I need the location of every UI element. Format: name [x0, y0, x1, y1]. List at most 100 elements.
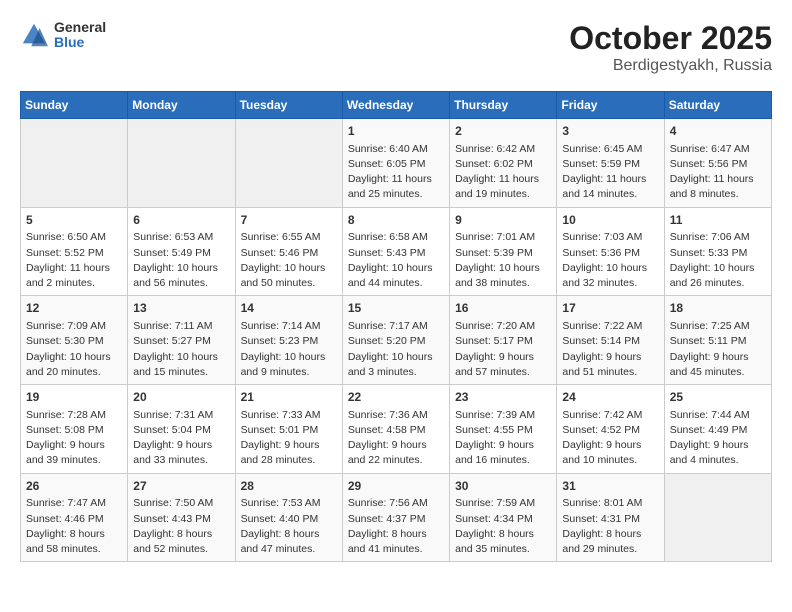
weekday-header-friday: Friday	[557, 92, 664, 119]
logo-text: General Blue	[54, 20, 106, 51]
calendar-cell: 25Sunrise: 7:44 AMSunset: 4:49 PMDayligh…	[664, 385, 771, 474]
day-info: Sunrise: 6:42 AMSunset: 6:02 PMDaylight:…	[455, 142, 551, 203]
day-info: Sunrise: 7:33 AMSunset: 5:01 PMDaylight:…	[241, 408, 337, 469]
day-info: Sunrise: 7:11 AMSunset: 5:27 PMDaylight:…	[133, 319, 229, 380]
sunset: Sunset: 6:05 PM	[348, 158, 426, 170]
weekday-header-tuesday: Tuesday	[235, 92, 342, 119]
daylight: Daylight: 11 hours and 25 minutes.	[348, 173, 432, 200]
sunrise: Sunrise: 7:47 AM	[26, 497, 106, 509]
calendar-cell: 23Sunrise: 7:39 AMSunset: 4:55 PMDayligh…	[450, 385, 557, 474]
calendar-cell: 17Sunrise: 7:22 AMSunset: 5:14 PMDayligh…	[557, 296, 664, 385]
daylight: Daylight: 8 hours and 52 minutes.	[133, 528, 212, 555]
day-number: 25	[670, 389, 766, 406]
day-info: Sunrise: 7:42 AMSunset: 4:52 PMDaylight:…	[562, 408, 658, 469]
sunset: Sunset: 5:43 PM	[348, 247, 426, 259]
sunset: Sunset: 5:20 PM	[348, 335, 426, 347]
day-number: 12	[26, 300, 122, 317]
day-info: Sunrise: 7:14 AMSunset: 5:23 PMDaylight:…	[241, 319, 337, 380]
logo: General Blue	[20, 20, 106, 51]
daylight: Daylight: 9 hours and 16 minutes.	[455, 439, 534, 466]
calendar-cell: 9Sunrise: 7:01 AMSunset: 5:39 PMDaylight…	[450, 207, 557, 296]
daylight: Daylight: 11 hours and 8 minutes.	[670, 173, 754, 200]
day-number: 17	[562, 300, 658, 317]
sunrise: Sunrise: 6:50 AM	[26, 231, 106, 243]
sunset: Sunset: 5:23 PM	[241, 335, 319, 347]
day-number: 11	[670, 212, 766, 229]
calendar-week-row: 19Sunrise: 7:28 AMSunset: 5:08 PMDayligh…	[21, 385, 772, 474]
sunrise: Sunrise: 7:28 AM	[26, 409, 106, 421]
sunrise: Sunrise: 7:39 AM	[455, 409, 535, 421]
day-number: 28	[241, 478, 337, 495]
daylight: Daylight: 8 hours and 29 minutes.	[562, 528, 641, 555]
daylight: Daylight: 10 hours and 15 minutes.	[133, 351, 218, 378]
day-info: Sunrise: 7:53 AMSunset: 4:40 PMDaylight:…	[241, 496, 337, 557]
calendar-cell: 24Sunrise: 7:42 AMSunset: 4:52 PMDayligh…	[557, 385, 664, 474]
calendar-cell	[664, 473, 771, 562]
day-info: Sunrise: 7:36 AMSunset: 4:58 PMDaylight:…	[348, 408, 444, 469]
day-info: Sunrise: 6:50 AM Sunset: 5:52 PM Daylight:…	[26, 230, 122, 291]
logo-icon	[20, 21, 48, 49]
sunset: Sunset: 5:04 PM	[133, 424, 211, 436]
day-info: Sunrise: 7:59 AMSunset: 4:34 PMDaylight:…	[455, 496, 551, 557]
sunset: Sunset: 4:40 PM	[241, 513, 319, 525]
sunset: Sunset: 5:11 PM	[670, 335, 747, 347]
sunrise: Sunrise: 7:01 AM	[455, 231, 535, 243]
calendar-cell: 22 Sunrise: 7:36 AMSunset: 4:58 PMDayligh…	[342, 385, 449, 474]
day-info: Sunrise: 7:20 AMSunset: 5:17 PMDaylight:…	[455, 319, 551, 380]
calendar-cell: 10Sunrise: 7:03 AMSunset: 5:36 PMDayligh…	[557, 207, 664, 296]
day-info: Sunrise: 7:09 AMSunset: 5:30 PMDaylight:…	[26, 319, 122, 380]
sunset: Sunset: 5:39 PM	[455, 247, 533, 259]
sunrise: Sunrise: 7:22 AM	[562, 320, 642, 332]
daylight: Daylight: 11 hours and 2 minutes.	[26, 262, 110, 289]
daylight: Daylight: 8 hours and 47 minutes.	[241, 528, 320, 555]
calendar-week-row: 5Sunrise: 6:50 AMSunset: 5:52 PMDaylight…	[21, 207, 772, 296]
calendar-cell: 18Sunrise: 7:25 AMSunset: 5:11 PMDayligh…	[664, 296, 771, 385]
logo-general: General	[54, 20, 106, 35]
daylight: Daylight: 11 hours and 14 minutes.	[562, 173, 646, 200]
sunset: Sunset: 4:58 PM	[348, 424, 426, 436]
sunrise: Sunrise: 6:53 AM	[133, 231, 213, 243]
day-number: 30	[455, 478, 551, 495]
sunset: Sunset: 4:55 PM	[455, 424, 533, 436]
sunset: Sunset: 5:33 PM	[670, 247, 748, 259]
sunset: Sunset: 4:52 PM	[562, 424, 640, 436]
sunrise: Sunrise: 6:42 AM	[455, 143, 535, 155]
daylight: Daylight: 9 hours and 22 minutes.	[348, 439, 427, 466]
day-info: Sunrise: 7:03 AMSunset: 5:36 PMDaylight:…	[562, 230, 658, 291]
day-number: 31	[562, 478, 658, 495]
daylight: Daylight: 10 hours and 44 minutes.	[348, 262, 433, 289]
sunrise: Sunrise: 7:17 AM	[348, 320, 428, 332]
weekday-header-monday: Monday	[128, 92, 235, 119]
sunset: Sunset: 4:31 PM	[562, 513, 640, 525]
sunset: Sunset: 4:46 PM	[26, 513, 104, 525]
calendar-week-row: 12 Sunrise: 7:09 AMSunset: 5:30 PMDayligh…	[21, 296, 772, 385]
sunrise: Sunrise: 6:47 AM	[670, 143, 750, 155]
weekday-header-thursday: Thursday	[450, 92, 557, 119]
sunset: Sunset: 5:56 PM	[670, 158, 748, 170]
sunrise: Sunrise: 7:20 AM	[455, 320, 535, 332]
day-number: 2	[455, 123, 551, 140]
sunset: Sunset: 5:30 PM	[26, 335, 104, 347]
sunset: Sunset: 5:46 PM	[241, 247, 319, 259]
sunset: Sunset: 5:08 PM	[26, 424, 104, 436]
sunrise: Sunrise: 7:56 AM	[348, 497, 428, 509]
sunset: Sunset: 5:59 PM	[562, 158, 640, 170]
daylight: Daylight: 11 hours and 19 minutes.	[455, 173, 539, 200]
sunrise: Sunrise: 7:25 AM	[670, 320, 750, 332]
daylight: Daylight: 8 hours and 58 minutes.	[26, 528, 105, 555]
day-number: 6	[133, 212, 229, 229]
sunset: Sunset: 5:52 PM	[26, 247, 104, 259]
calendar-cell: 30Sunrise: 7:59 AMSunset: 4:34 PMDayligh…	[450, 473, 557, 562]
daylight: Daylight: 10 hours and 26 minutes.	[670, 262, 755, 289]
sunrise: Sunrise: 7:44 AM	[670, 409, 750, 421]
day-number: 26	[26, 478, 122, 495]
day-info: Sunrise: 7:50 AMSunset: 4:43 PMDaylight:…	[133, 496, 229, 557]
day-number: 22	[348, 389, 444, 406]
sunset: Sunset: 5:17 PM	[455, 335, 533, 347]
calendar-cell: 11Sunrise: 7:06 AMSunset: 5:33 PMDayligh…	[664, 207, 771, 296]
calendar-cell: 14Sunrise: 7:14 AMSunset: 5:23 PMDayligh…	[235, 296, 342, 385]
day-info: Sunrise: 6:45 AMSunset: 5:59 PMDaylight:…	[562, 142, 658, 203]
day-info: Sunrise: 7:06 AMSunset: 5:33 PMDaylight:…	[670, 230, 766, 291]
sunrise: Sunrise: 7:42 AM	[562, 409, 642, 421]
day-number: 29	[348, 478, 444, 495]
